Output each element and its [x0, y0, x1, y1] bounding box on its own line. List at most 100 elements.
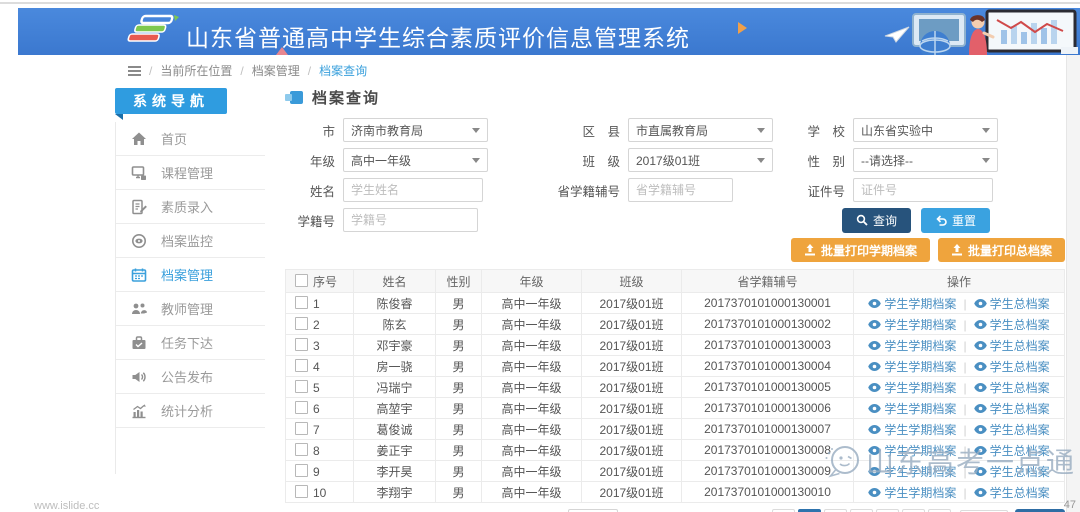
semester-archive-link[interactable]: 学生学期档案 [868, 358, 956, 375]
eye-icon [974, 383, 987, 392]
total-archive-link[interactable]: 学生总档案 [974, 379, 1050, 396]
column-header-actions: 操作 [854, 270, 1065, 293]
row-checkbox[interactable] [295, 464, 308, 477]
row-checkbox[interactable] [295, 338, 308, 351]
cell-no: 3 [286, 335, 354, 356]
gender-select-value: --请选择-- [861, 152, 913, 169]
total-archive-link[interactable]: 学生总档案 [974, 463, 1050, 480]
cell-aux-no: 2017370101000130006 [682, 398, 854, 419]
table-row: 2陈玄男高中一年级2017级01班2017370101000130002学生学期… [286, 314, 1065, 335]
chevron-down-icon [982, 158, 990, 163]
name-label: 姓名 [285, 181, 335, 200]
name-input[interactable] [343, 178, 483, 202]
eye-icon [974, 404, 987, 413]
batch-print-total-button[interactable]: 批量打印总档案 [938, 238, 1065, 262]
cell-no: 5 [286, 377, 354, 398]
semester-archive-link[interactable]: 学生学期档案 [868, 316, 956, 333]
reset-button[interactable]: 重置 [921, 208, 990, 233]
table-row: 3邓宇豪男高中一年级2017级01班2017370101000130003学生学… [286, 335, 1065, 356]
row-checkbox[interactable] [295, 380, 308, 393]
school-label: 学 校 [790, 121, 845, 140]
sidebar-title: 系统导航 [115, 88, 227, 114]
breadcrumb-current[interactable]: 档案查询 [319, 62, 367, 79]
semester-archive-link[interactable]: 学生学期档案 [868, 463, 956, 480]
query-button[interactable]: 查询 [842, 208, 911, 233]
school-select[interactable]: 山东省实验中 [853, 118, 998, 142]
semester-archive-link[interactable]: 学生学期档案 [868, 442, 956, 459]
section-head: 档案查询 [285, 88, 1065, 106]
sidebar-item-home[interactable]: 首页 [116, 122, 265, 156]
sidebar-item-course-mgmt[interactable]: 课程管理 [116, 156, 265, 190]
menu-icon[interactable] [128, 66, 141, 76]
row-checkbox[interactable] [295, 443, 308, 456]
cell-grade: 高中一年级 [482, 440, 582, 461]
cell-actions: 学生学期档案|学生总档案 [854, 293, 1065, 314]
table-row: 4房一骁男高中一年级2017级01班2017370101000130004学生学… [286, 356, 1065, 377]
sidebar-item-quality-entry[interactable]: 素质录入 [116, 190, 265, 224]
column-header-gender: 性别 [436, 270, 482, 293]
cell-name: 李翔宇 [354, 482, 436, 503]
sidebar: 系统导航 首页课程管理素质录入档案监控档案管理教师管理任务下达公告发布统计分析 [115, 88, 265, 474]
total-archive-link[interactable]: 学生总档案 [974, 442, 1050, 459]
eye-icon [868, 362, 881, 371]
chevron-down-icon [472, 158, 480, 163]
archive-monitor-icon [131, 233, 151, 249]
select-all-checkbox[interactable] [295, 274, 308, 287]
eye-icon [868, 467, 881, 476]
cell-name: 陈玄 [354, 314, 436, 335]
aux-no-input[interactable] [628, 178, 733, 202]
cell-grade: 高中一年级 [482, 398, 582, 419]
semester-archive-link[interactable]: 学生学期档案 [868, 421, 956, 438]
sidebar-item-announcement[interactable]: 公告发布 [116, 360, 265, 394]
row-checkbox[interactable] [295, 485, 308, 498]
breadcrumb: / 当前所在位置 / 档案管理 / 档案查询 [128, 62, 367, 79]
sidebar-item-task-assign[interactable]: 任务下达 [116, 326, 265, 360]
total-archive-link[interactable]: 学生总档案 [974, 337, 1050, 354]
reg-no-input[interactable] [343, 208, 478, 232]
cell-gender: 男 [436, 398, 482, 419]
sidebar-item-archive-mgmt[interactable]: 档案管理 [116, 258, 265, 292]
sidebar-item-teacher-mgmt[interactable]: 教师管理 [116, 292, 265, 326]
row-checkbox[interactable] [295, 296, 308, 309]
city-select[interactable]: 济南市教育局 [343, 118, 488, 142]
semester-archive-link[interactable]: 学生学期档案 [868, 337, 956, 354]
total-archive-link[interactable]: 学生总档案 [974, 484, 1050, 501]
sidebar-item-stats[interactable]: 统计分析 [116, 394, 265, 428]
cell-aux-no: 2017370101000130005 [682, 377, 854, 398]
row-checkbox[interactable] [295, 422, 308, 435]
id-no-input[interactable] [853, 178, 993, 202]
semester-archive-link[interactable]: 学生学期档案 [868, 400, 956, 417]
semester-archive-link[interactable]: 学生学期档案 [868, 484, 956, 501]
row-checkbox[interactable] [295, 359, 308, 372]
total-archive-link[interactable]: 学生总档案 [974, 316, 1050, 333]
district-select[interactable]: 市直属教育局 [628, 118, 773, 142]
batch-print-semester-button[interactable]: 批量打印学期档案 [791, 238, 930, 262]
sidebar-item-label: 统计分析 [161, 401, 213, 420]
breadcrumb-section[interactable]: 档案管理 [252, 62, 300, 79]
row-checkbox[interactable] [295, 317, 308, 330]
header-illustration [875, 8, 1080, 55]
eye-icon [974, 299, 987, 308]
cell-class: 2017级01班 [582, 356, 682, 377]
semester-archive-link[interactable]: 学生学期档案 [868, 295, 956, 312]
total-archive-link[interactable]: 学生总档案 [974, 421, 1050, 438]
slide-number: 47 [1064, 499, 1076, 511]
total-archive-link[interactable]: 学生总档案 [974, 358, 1050, 375]
eye-icon [974, 341, 987, 350]
cell-class: 2017级01班 [582, 377, 682, 398]
eye-icon [868, 425, 881, 434]
app-title: 山东省普通高中学生综合素质评价信息管理系统 [186, 19, 690, 53]
grade-select[interactable]: 高中一年级 [343, 148, 488, 172]
row-checkbox[interactable] [295, 401, 308, 414]
total-archive-link[interactable]: 学生总档案 [974, 400, 1050, 417]
announce-icon [131, 369, 151, 385]
class-select[interactable]: 2017级01班 [628, 148, 773, 172]
total-archive-link[interactable]: 学生总档案 [974, 295, 1050, 312]
gender-select[interactable]: --请选择-- [853, 148, 998, 172]
city-select-value: 济南市教育局 [351, 122, 423, 139]
semester-archive-link[interactable]: 学生学期档案 [868, 379, 956, 396]
sidebar-item-archive-monitor[interactable]: 档案监控 [116, 224, 265, 258]
breadcrumb-location: 当前所在位置 [160, 62, 232, 79]
cell-gender: 男 [436, 461, 482, 482]
filter-form: 市 济南市教育局 区 县 市直属教育局 学 校 山东省 [285, 118, 1065, 232]
